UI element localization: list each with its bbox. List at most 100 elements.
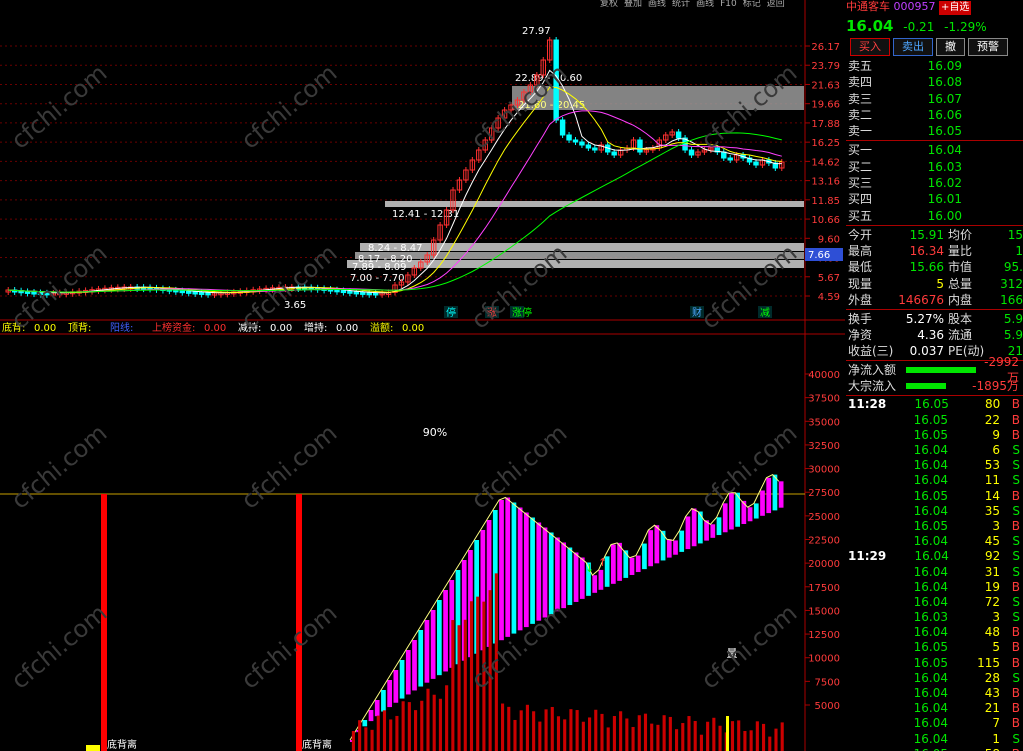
indicator-legend-value: 0.00: [204, 323, 226, 334]
indicator-bar: [778, 481, 784, 508]
menu-item-1[interactable]: 叠加: [624, 0, 642, 8]
asks-row: 卖四 16.08: [846, 74, 1023, 90]
watermark: cfchi.com: [6, 419, 113, 515]
price-row: 16.04 -0.21 -1.29%: [846, 16, 1023, 36]
price-change-pct: -1.29%: [944, 20, 987, 34]
volume-bar: [389, 719, 393, 751]
stat-value: 15.66: [909, 260, 944, 275]
asks-row: 卖二 16.06: [846, 107, 1023, 123]
indicator-bar: [772, 474, 778, 511]
candle-body: [637, 139, 643, 153]
asks-row: 卖一 16.05: [846, 123, 1023, 139]
menu-item-5[interactable]: F10: [720, 0, 737, 8]
tick-price: 16.04: [913, 686, 948, 701]
stat-label: 收益(三): [848, 344, 894, 359]
indicator-bar: [505, 497, 511, 637]
tick-price: 16.04: [913, 579, 948, 594]
menu-item-7[interactable]: 返回: [767, 0, 785, 8]
divider: [846, 224, 1023, 226]
volume-bar: [693, 721, 697, 751]
bids-row: 买四 16.01: [846, 191, 1023, 207]
indicator-bar: [642, 543, 647, 570]
volume-bar: [743, 731, 747, 751]
indicator-bar: [412, 640, 417, 691]
indicator-bar: [374, 700, 380, 717]
buy-button[interactable]: 买入: [850, 38, 890, 56]
tick-price: 16.05: [913, 412, 948, 427]
volume-bar-highlight: [726, 716, 729, 751]
kline-chart[interactable]: 26.17 23.79 21.63 19.66 17.88 16.25 14.62 13.16…: [0, 0, 845, 751]
tick-time: 11:29: [848, 549, 887, 564]
tick-price: 16.04: [913, 701, 948, 716]
volume-bar: [768, 736, 772, 751]
alert-button[interactable]: 预警: [968, 38, 1008, 56]
sell-button[interactable]: 卖出: [893, 38, 933, 56]
volume-bar: [730, 721, 735, 751]
tick-volume: 3: [992, 610, 1000, 625]
stat-label: 今开: [848, 227, 873, 242]
volume-bar: [588, 717, 592, 751]
volume-bar: [432, 694, 436, 751]
watermark: cfchi.com: [696, 599, 803, 695]
tick-volume: 80: [984, 397, 1001, 412]
tick-time-blank: [846, 428, 910, 443]
watermark: cfchi.com: [696, 419, 803, 515]
add-watchlist-button[interactable]: +自选: [939, 1, 972, 15]
tick-price: 16.05: [913, 488, 948, 503]
stock-header: 中通客车 000957 +自选: [846, 0, 1023, 16]
stat-row: 今开 15.91 均价 15: [846, 227, 1023, 243]
book-price: 16.03: [927, 159, 962, 174]
vol-tick-label: 37500: [808, 394, 840, 405]
stat-value-2: 95.: [1003, 260, 1023, 275]
tick-time-blank: [846, 565, 910, 580]
volume-bar: [438, 698, 442, 751]
menu-item-3[interactable]: 统计: [672, 0, 690, 8]
volume-bar: [364, 727, 368, 751]
volume-bar: [631, 726, 635, 751]
stat-value: 0.037: [909, 344, 944, 359]
vol-tick-label: 35000: [808, 417, 840, 428]
volume-bar: [370, 729, 374, 751]
book-price: 16.09: [927, 59, 962, 73]
asks-row: 卖五 16.09: [846, 58, 1023, 74]
divider: [846, 140, 1023, 142]
kline-chart-area[interactable]: 26.17 23.79 21.63 19.66 17.88 16.25 14.62 13.16…: [0, 0, 845, 751]
price-tick-label: 21.63: [811, 80, 840, 91]
tick-time-blank: [846, 473, 910, 488]
stats-block-2: 换手 5.27% 股本 5.9 净资 4.36 流通 5.9 收益(三) 0.037 PE(动) 21: [846, 311, 1023, 360]
volume-bar: [550, 706, 554, 751]
tick-volume: 22: [984, 412, 1000, 427]
tick-row: 16.04 6 S: [846, 443, 1023, 458]
cancel-button[interactable]: 撤: [936, 38, 965, 56]
tick-price: 16.05: [913, 640, 948, 655]
price-zone: [360, 243, 804, 251]
indicator-legend-value: 0.00: [336, 323, 358, 334]
tick-list[interactable]: 11:28 16.05 80 B 16.05 22 B 16.05 9 B 16.04 6 S 16.04…: [846, 397, 1023, 751]
candle-body: [753, 161, 759, 166]
tick-side: B: [1000, 747, 1023, 751]
stat-row: 外盘 146676 内盘 166: [846, 292, 1023, 308]
indicator-bar: [555, 537, 560, 612]
price-tick-label: 10.66: [811, 215, 840, 226]
tick-price: 16.03: [913, 610, 948, 625]
tick-time-blank: [846, 413, 910, 428]
indicator-bar: [399, 660, 405, 699]
menu-item-6[interactable]: 标记: [743, 0, 761, 8]
tick-side: S: [1012, 443, 1020, 458]
volume-bar: [445, 685, 449, 751]
tick-row: 11:29 16.04 92 S: [846, 549, 1023, 564]
tick-row: 16.05 115 B: [846, 656, 1023, 671]
tick-side: S: [1012, 610, 1020, 625]
price-tick-label: 9.60: [818, 234, 840, 245]
indicator-bar: [666, 539, 672, 558]
menu-item-0[interactable]: 复权: [600, 0, 618, 8]
vol-tick-label: 27500: [808, 488, 840, 499]
book-price: 16.00: [927, 208, 962, 223]
book-label: 买一: [848, 143, 873, 158]
menu-item-2[interactable]: 画线: [648, 0, 666, 8]
indicator-legend-label: 阳线:: [110, 321, 133, 334]
volume-bar: [762, 723, 766, 751]
menu-item-4[interactable]: 画线: [696, 0, 714, 8]
volume-bar: [426, 688, 430, 751]
volume-bar: [507, 706, 511, 751]
